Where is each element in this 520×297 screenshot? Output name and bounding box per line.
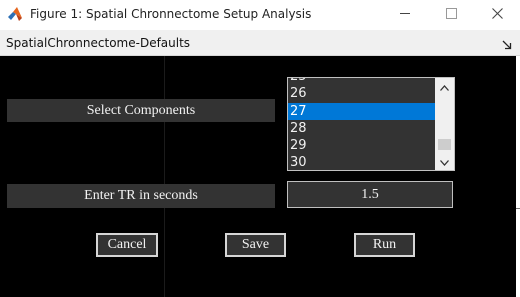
list-item[interactable]: 30: [288, 154, 435, 170]
run-button[interactable]: Run: [354, 233, 415, 257]
minimize-icon: [399, 6, 411, 24]
close-button[interactable]: [474, 0, 520, 30]
list-item-selected[interactable]: 27: [288, 102, 435, 120]
scroll-thumb[interactable]: [438, 139, 451, 150]
menu-bar: SpatialChronnectome-Defaults: [0, 30, 520, 56]
enter-tr-label: Enter TR in seconds: [7, 184, 275, 208]
save-button[interactable]: Save: [225, 233, 286, 257]
maximize-icon: [445, 6, 457, 24]
list-item[interactable]: 25: [288, 78, 435, 85]
list-item[interactable]: 26: [288, 85, 435, 102]
listbox-scrollbar[interactable]: [435, 78, 454, 170]
maximize-button[interactable]: [428, 0, 474, 30]
window-edge: [516, 56, 520, 297]
cancel-button[interactable]: Cancel: [96, 233, 158, 257]
list-item[interactable]: 28: [288, 120, 435, 137]
scroll-up-button[interactable]: [435, 78, 454, 95]
scroll-down-button[interactable]: [435, 153, 454, 170]
title-bar[interactable]: Figure 1: Spatial Chronnectome Setup Ana…: [0, 0, 520, 30]
components-listbox[interactable]: 25 26 27 28 29 30: [287, 77, 455, 171]
select-components-label: Select Components: [7, 99, 275, 122]
chevron-up-icon: [440, 78, 449, 96]
window-title: Figure 1: Spatial Chronnectome Setup Ana…: [30, 7, 312, 21]
figure-canvas: Select Components 25 26 27 28 29 30 Ente…: [0, 56, 516, 297]
resize-mark: [516, 208, 520, 209]
tr-input[interactable]: [287, 181, 453, 208]
matlab-icon: [7, 6, 23, 22]
undock-arrow-icon[interactable]: [502, 37, 512, 50]
chevron-down-icon: [440, 153, 449, 171]
grid-line: [164, 56, 165, 297]
components-list[interactable]: 25 26 27 28 29 30: [288, 78, 435, 170]
defaults-menu[interactable]: SpatialChronnectome-Defaults: [6, 36, 190, 50]
minimize-button[interactable]: [382, 0, 428, 30]
close-icon: [491, 6, 503, 24]
list-item[interactable]: 29: [288, 137, 435, 154]
